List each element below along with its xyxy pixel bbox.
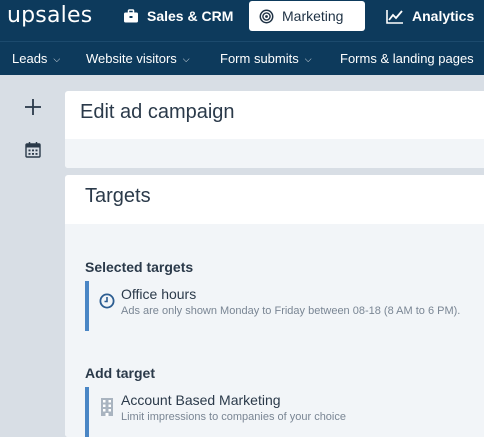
briefcase-icon xyxy=(123,8,139,24)
building-icon xyxy=(98,396,116,418)
chevron-down-icon: ⌵ xyxy=(304,54,312,64)
chart-icon xyxy=(386,9,404,24)
target-name: Office hours xyxy=(121,286,197,302)
page-title: Edit ad campaign xyxy=(80,101,235,123)
chevron-down-icon: ⌵ xyxy=(182,54,190,64)
marketing-subnav: Leads ⌵ Website visitors ⌵ Form submits … xyxy=(0,41,484,75)
page-header-card: Edit ad campaign xyxy=(65,91,484,168)
target-icon xyxy=(259,9,274,24)
add-target-heading: Add target xyxy=(85,365,155,381)
top-navigation-bar: upsales Sales & CRM Marketing Analytics xyxy=(0,0,484,41)
target-description: Limit impressions to companies of your c… xyxy=(121,411,346,423)
targets-title: Targets xyxy=(85,185,151,207)
nav-tab-marketing[interactable]: Marketing xyxy=(249,1,365,31)
selected-targets-heading: Selected targets xyxy=(85,259,194,275)
targets-body: Selected targets Office hours Ads are on… xyxy=(65,224,484,437)
nav-tab-label: Sales & CRM xyxy=(147,8,234,24)
subnav-label: Leads xyxy=(12,51,48,66)
targets-card: Targets Selected targets Office hours Ad… xyxy=(65,175,484,437)
target-name: Account Based Marketing xyxy=(121,392,281,408)
page-header-footer xyxy=(65,139,484,168)
target-description: Ads are only shown Monday to Friday betw… xyxy=(121,305,461,317)
chevron-down-icon: ⌵ xyxy=(53,54,61,64)
nav-tab-analytics[interactable]: Analytics xyxy=(376,1,484,31)
nav-tab-label: Marketing xyxy=(282,8,344,24)
subnav-item-forms-landing-pages[interactable]: Forms & landing pages xyxy=(340,42,474,75)
nav-tab-sales-crm[interactable]: Sales & CRM xyxy=(113,1,243,31)
subnav-item-leads[interactable]: Leads ⌵ xyxy=(12,42,60,75)
subnav-item-website-visitors[interactable]: Website visitors ⌵ xyxy=(86,42,190,75)
left-sidebar xyxy=(0,75,65,437)
subnav-item-form-submits[interactable]: Form submits ⌵ xyxy=(220,42,312,75)
subnav-label: Forms & landing pages xyxy=(340,51,474,66)
add-target-account-based-marketing[interactable]: Account Based Marketing Limit impression… xyxy=(85,387,484,437)
nav-tab-label: Analytics xyxy=(412,8,475,24)
clock-icon xyxy=(98,290,116,312)
plus-icon[interactable] xyxy=(21,95,45,119)
app-logo[interactable]: upsales xyxy=(7,3,92,28)
selected-target-office-hours[interactable]: Office hours Ads are only shown Monday t… xyxy=(85,281,484,331)
calendar-icon[interactable] xyxy=(21,137,45,161)
subnav-label: Form submits xyxy=(220,51,299,66)
subnav-label: Website visitors xyxy=(86,51,177,66)
